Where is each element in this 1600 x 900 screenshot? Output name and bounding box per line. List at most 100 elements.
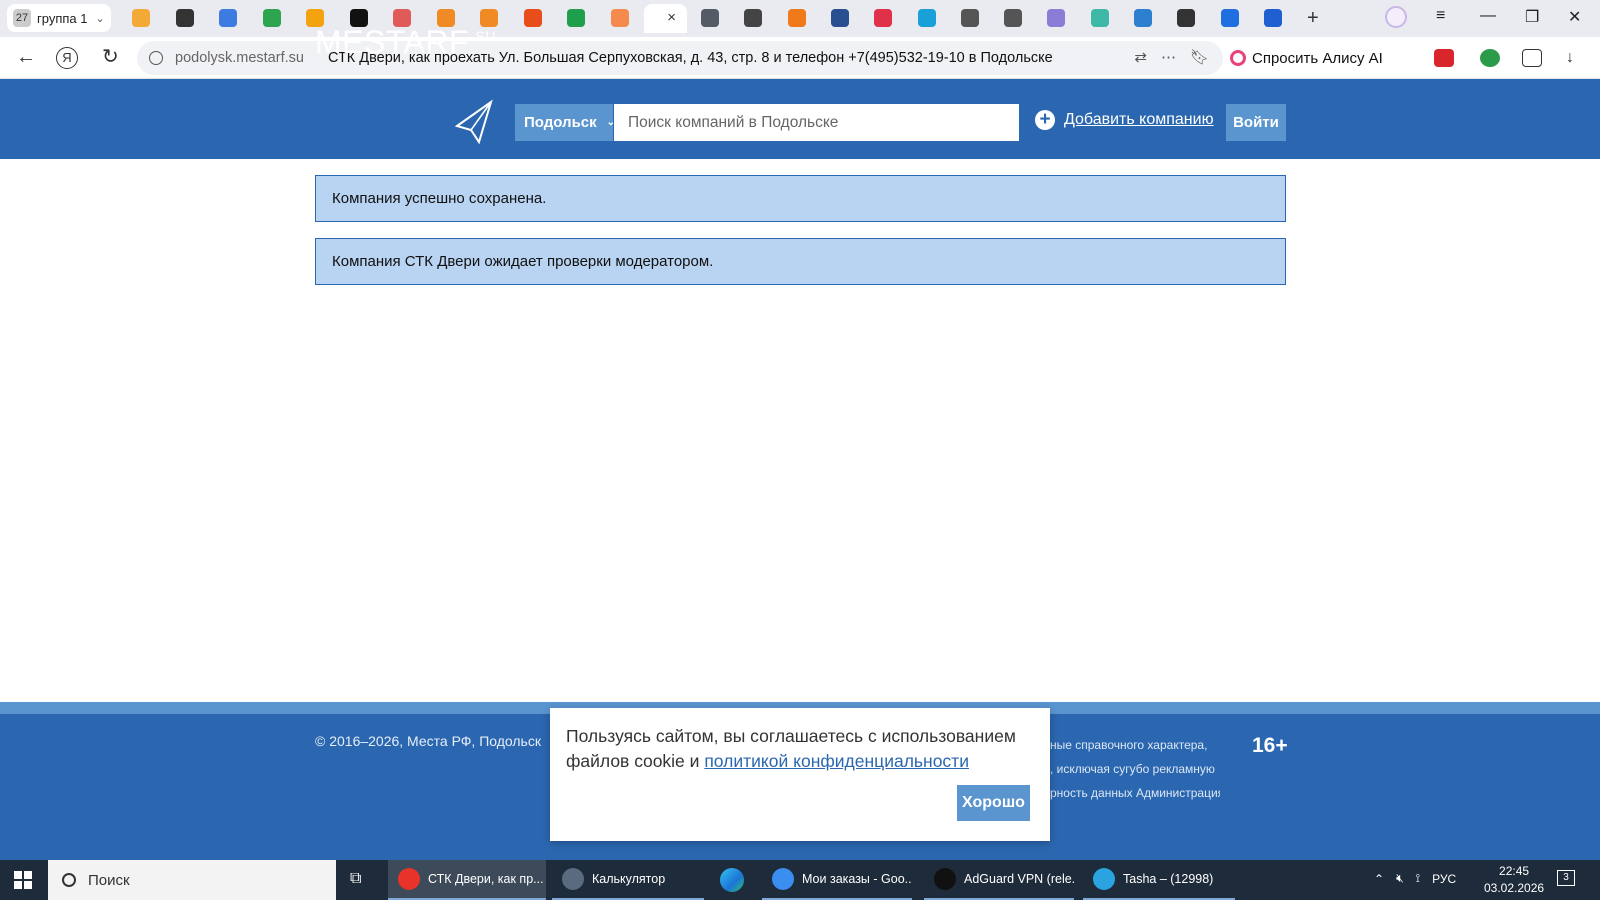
moderation-message: Компания СТК Двери ожидает проверки моде… <box>315 238 1286 285</box>
network-icon[interactable]: ⟟ <box>1416 871 1420 886</box>
skype-tab-icon[interactable] <box>917 9 936 27</box>
taskbar-app-label: Калькулятор <box>592 872 666 886</box>
location-tab-icon[interactable] <box>1047 9 1066 27</box>
app-icon <box>772 868 794 890</box>
city-select[interactable]: Подольск ⌄ <box>515 104 615 141</box>
cookie-dialog: Пользуясь сайтом, вы соглашаетесь с испо… <box>550 708 1050 841</box>
chat-tab-icon[interactable] <box>1220 9 1239 27</box>
paper-plane-icon <box>455 99 493 145</box>
taskbar-app-label: AdGuard VPN (rele... <box>964 872 1074 886</box>
k-orange-tab-icon[interactable] <box>523 9 542 27</box>
google-drive-tab-icon[interactable] <box>262 9 281 27</box>
company-search-input[interactable] <box>614 104 1019 141</box>
taskbar-app[interactable]: СТК Двери, как пр... <box>388 860 546 900</box>
success-message: Компания успешно сохранена. <box>315 175 1286 222</box>
s-red-tab-icon[interactable] <box>874 9 893 27</box>
login-button[interactable]: Войти <box>1226 104 1286 141</box>
active-tab[interactable]: × <box>644 4 687 33</box>
mail-blue-tab-icon[interactable] <box>1263 9 1282 27</box>
clock-date: 03.02.2026 <box>1484 881 1545 895</box>
notifications-icon[interactable]: 3 <box>1557 870 1575 886</box>
address-bar-row: ← Я ↻ podolysk.mestarf.su СТК Двери, как… <box>0 37 1600 79</box>
task-view-icon[interactable]: ⧉ <box>350 870 361 888</box>
translate-icon[interactable]: ⇄ <box>1134 48 1147 66</box>
footer-disclaimer: ные справочного характера, , исключая су… <box>1050 733 1220 805</box>
disclaimer-line: , исключая сугубо рекламную <box>1050 762 1215 776</box>
taskbar-app[interactable]: Tasha – (12998) <box>1083 860 1235 900</box>
wallet-tab-icon[interactable] <box>1004 9 1023 27</box>
s-tab-icon[interactable] <box>610 9 629 27</box>
taskbar-clock[interactable]: 22:45 03.02.2026 <box>1484 863 1544 897</box>
ask-alice-button[interactable]: Спросить Алису AI <box>1230 45 1383 71</box>
app-icon <box>1093 868 1115 890</box>
plus-green-tab-icon[interactable] <box>567 9 585 27</box>
q-tab-icon[interactable] <box>787 9 806 27</box>
briefcase-tab-icon[interactable] <box>1090 9 1109 27</box>
edge-browser-icon[interactable] <box>720 868 744 892</box>
downloads-icon[interactable]: ↓ <box>1566 49 1586 67</box>
menu-icon[interactable]: ≡ <box>1436 7 1445 25</box>
chatgpt-tab-icon[interactable] <box>175 9 194 27</box>
windows-start-icon[interactable] <box>14 871 32 889</box>
yandex-icon[interactable]: Я <box>56 47 78 69</box>
city-select-value: Подольск <box>524 114 597 131</box>
tab-group-pill[interactable]: 27 группа 1 ⌄ <box>7 4 111 32</box>
add-company-label: Добавить компанию <box>1064 111 1214 128</box>
heart-tab-icon[interactable] <box>219 9 237 27</box>
restore-icon[interactable]: ❐ <box>1525 7 1539 27</box>
cookie-accept-button[interactable]: Хорошо <box>957 785 1030 821</box>
collections-icon[interactable] <box>1522 49 1542 67</box>
taskbar-search[interactable]: Поиск <box>48 860 336 900</box>
alice-label: Спросить Алису AI <box>1252 49 1383 67</box>
url-bar-actions: ⇄ ⋯ 🔖︎ <box>1134 48 1209 66</box>
tab-group-label: группа 1 <box>37 10 88 26</box>
privacy-policy-link[interactable]: политикой конфиденциальности <box>704 751 969 771</box>
taskbar-app-label: Мои заказы - Goo... <box>802 872 912 886</box>
extension-icon[interactable] <box>1480 49 1500 67</box>
logo-su-text: .SU <box>471 28 496 45</box>
chart-tab-icon[interactable] <box>701 9 719 27</box>
disclaimer-line: рность данных Администрация <box>1050 786 1220 800</box>
site-info-icon[interactable] <box>149 51 163 65</box>
search-tab-icon[interactable] <box>132 9 150 27</box>
chevron-down-icon: ⌄ <box>95 12 105 25</box>
windows-taskbar: Поиск ⧉ СТК Двери, как пр... Калькулятор М… <box>0 860 1600 900</box>
document-tab-icon[interactable] <box>960 9 979 27</box>
language-indicator[interactable]: РУС <box>1432 872 1456 886</box>
reload-icon[interactable]: ↻ <box>102 46 119 68</box>
more-icon[interactable]: ⋯ <box>1161 48 1176 66</box>
plus-circle-icon: + <box>1035 110 1055 130</box>
bookmark-icon[interactable]: 🔖︎ <box>1190 48 1209 66</box>
back-arrow-icon[interactable]: ← <box>16 46 36 68</box>
site-logo[interactable]: MESTARF .SU <box>315 24 496 61</box>
info-tab-icon[interactable] <box>1134 9 1152 27</box>
url-bar[interactable]: podolysk.mestarf.su СТК Двери, как проех… <box>137 41 1223 75</box>
minimize-icon[interactable]: — <box>1480 7 1496 25</box>
chevron-up-icon[interactable]: ⌃ <box>1374 872 1384 886</box>
tablet-tab-icon[interactable] <box>744 9 763 27</box>
adblock-extension-icon[interactable] <box>1434 49 1454 67</box>
app-icon <box>398 868 420 890</box>
new-tab-button[interactable]: + <box>1307 7 1319 29</box>
taskbar-app[interactable]: Мои заказы - Goo... <box>762 860 912 900</box>
tab-group-count: 27 <box>13 9 31 27</box>
taskbar-app[interactable]: Калькулятор <box>552 860 704 900</box>
disclaimer-line: ные справочного характера, <box>1050 738 1208 752</box>
app-icon <box>934 868 956 890</box>
url-domain: podolysk.mestarf.su <box>175 50 304 66</box>
volume-muted-icon[interactable]: 🔇︎ <box>1396 871 1404 886</box>
taskbar-app-label: СТК Двери, как пр... <box>428 872 544 886</box>
taskbar-search-label: Поиск <box>88 871 130 889</box>
close-window-icon[interactable]: ✕ <box>1568 7 1581 27</box>
profile-icon[interactable] <box>1385 6 1407 28</box>
close-tab-icon[interactable]: × <box>667 9 676 26</box>
clock-time: 22:45 <box>1499 864 1530 878</box>
footer-copyright: © 2016–2026, Места РФ, Подольск <box>315 733 541 749</box>
taskbar-app[interactable]: AdGuard VPN (rele... <box>924 860 1074 900</box>
logo-main-text: MESTA <box>315 24 426 60</box>
image-tab-icon[interactable] <box>1177 9 1196 27</box>
add-company-link[interactable]: + Добавить компанию <box>1035 110 1214 130</box>
screen: 27 группа 1 ⌄ × + ≡ — ❐ ✕ ← Я ↻ podolysk… <box>0 0 1600 900</box>
globe-tab-icon[interactable] <box>830 9 849 27</box>
logo-rf-text: RF <box>425 24 470 60</box>
